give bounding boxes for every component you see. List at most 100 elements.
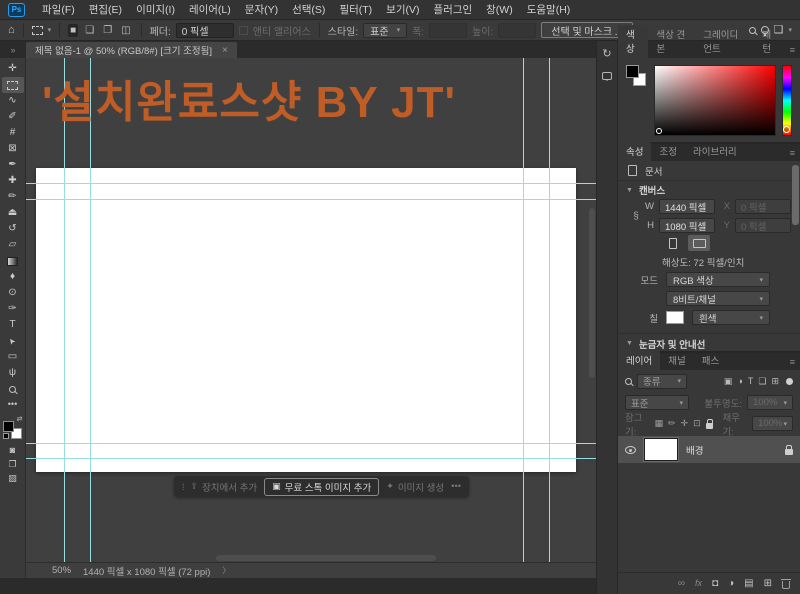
filter-smart-objects-icon[interactable]: ⊞	[771, 376, 779, 387]
menu-item[interactable]: 플러그인	[427, 0, 480, 19]
lock-image-pixels-icon[interactable]: ✏	[668, 418, 676, 429]
document-canvas[interactable]	[36, 168, 576, 472]
collapse-toolbar-icon[interactable]: »	[0, 45, 26, 58]
layer-filter-kind-select[interactable]: 종류▾	[637, 374, 687, 389]
eraser-tool[interactable]: ▱	[2, 237, 24, 253]
layer-effects-icon[interactable]: fx	[695, 579, 702, 588]
tab-properties[interactable]: 속성	[618, 142, 651, 161]
color-mode-select[interactable]: RGB 색상▾	[666, 272, 770, 287]
intersect-selection-icon[interactable]: ◫	[119, 24, 132, 37]
link-dimensions-icon[interactable]: §	[628, 211, 644, 222]
guide-horizontal[interactable]	[26, 443, 596, 444]
edit-toolbar-ellipsis-icon[interactable]: •••	[2, 397, 24, 411]
history-brush-tool[interactable]: ↺	[2, 221, 24, 237]
path-selection-tool[interactable]: ➤	[2, 333, 24, 349]
discover-lightbulb-icon[interactable]	[761, 26, 769, 34]
canvas-width-input[interactable]: 1440 픽셀	[659, 199, 715, 214]
layer-thumbnail[interactable]	[644, 438, 678, 461]
panel-menu-icon[interactable]: ≡	[785, 357, 800, 370]
filter-adjustment-layers-icon[interactable]: ◑	[737, 376, 742, 386]
type-tool[interactable]: T	[2, 317, 24, 333]
taskbar-drag-handle[interactable]: ⁞	[182, 482, 184, 492]
menu-item[interactable]: 필터(T)	[332, 0, 379, 19]
guide-horizontal[interactable]	[26, 199, 596, 200]
crop-tool[interactable]: #	[2, 125, 24, 141]
blend-mode-select[interactable]: 표준▾	[625, 395, 689, 410]
lock-transparent-pixels-icon[interactable]: ▦	[655, 418, 664, 429]
style-select[interactable]: 표준▾	[363, 23, 407, 38]
menu-item[interactable]: 파일(F)	[35, 0, 82, 19]
status-arrow-icon[interactable]: 〉	[222, 565, 230, 576]
canvas-fill-select[interactable]: 흰색▾	[692, 310, 770, 325]
bit-depth-select[interactable]: 8비트/채널▾	[666, 291, 770, 306]
new-selection-icon[interactable]: ■	[68, 24, 78, 37]
properties-scrollbar[interactable]	[792, 165, 799, 225]
filter-type-layers-icon[interactable]: T	[748, 376, 754, 386]
canvas-y-input[interactable]: 0 픽셀	[735, 218, 791, 233]
menu-item[interactable]: 레이어(L)	[182, 0, 238, 19]
hue-slider[interactable]	[782, 65, 792, 136]
add-to-selection-icon[interactable]: ❏	[83, 24, 96, 37]
canvas-height-input[interactable]: 1080 픽셀	[659, 218, 715, 233]
orientation-portrait-button[interactable]	[662, 235, 684, 251]
tab-patterns[interactable]: 패턴	[754, 25, 784, 58]
lock-position-icon[interactable]: ✛	[681, 418, 689, 429]
home-icon[interactable]: ⌂	[8, 25, 15, 36]
menu-item[interactable]: 선택(S)	[285, 0, 332, 19]
lock-all-icon[interactable]	[706, 423, 713, 429]
antialias-checkbox[interactable]	[239, 26, 248, 35]
screen-mode-icon[interactable]: ❐	[2, 457, 24, 471]
color-picker-handle[interactable]	[656, 128, 662, 134]
new-layer-icon[interactable]: ⊞	[764, 579, 772, 589]
chevron-down-icon[interactable]: ▾	[788, 26, 792, 34]
swap-colors-icon[interactable]: ⇄	[17, 415, 23, 423]
search-icon[interactable]	[749, 27, 756, 34]
marquee-tool-preset-icon[interactable]	[32, 26, 43, 35]
canvas-x-input[interactable]: 0 픽셀	[735, 199, 791, 214]
delete-layer-trash-icon[interactable]	[782, 581, 790, 589]
canvas-fill-swatch[interactable]	[666, 311, 684, 324]
menu-item[interactable]: 보기(V)	[379, 0, 426, 19]
tab-adjustments[interactable]: 조정	[651, 142, 684, 161]
layer-filter-toggle[interactable]	[786, 378, 793, 385]
guide-horizontal[interactable]	[26, 458, 596, 459]
add-from-device-button[interactable]: ⇪ 장치에서 추가	[191, 480, 258, 494]
eyedropper-tool[interactable]: ✒	[2, 157, 24, 173]
panel-menu-icon[interactable]: ≡	[785, 45, 800, 58]
vertical-scrollbar[interactable]	[589, 208, 595, 378]
filter-pixel-layers-icon[interactable]: ▣	[724, 376, 733, 387]
pen-tool[interactable]: ✑	[2, 301, 24, 317]
gradient-tool[interactable]	[2, 253, 24, 269]
rulers-guides-section-header[interactable]: ▼ 눈금자 및 안내선	[618, 333, 800, 351]
tab-gradients[interactable]: 그레이디언트	[695, 25, 754, 58]
default-colors-icon[interactable]	[3, 433, 9, 439]
menu-item[interactable]: 이미지(I)	[129, 0, 182, 19]
brush-tool[interactable]: ✏	[2, 189, 24, 205]
link-layers-icon[interactable]: ∞	[678, 579, 685, 589]
spot-healing-brush-tool[interactable]: ✚	[2, 173, 24, 189]
lasso-tool[interactable]: ∿	[2, 93, 24, 109]
frame-tool[interactable]: ⊠	[2, 141, 24, 157]
foreground-background-colors[interactable]: ⇄	[3, 417, 23, 439]
layer-visibility-eye-icon[interactable]	[625, 446, 636, 454]
menu-item[interactable]: 문자(Y)	[238, 0, 285, 19]
close-tab-icon[interactable]: ×	[222, 45, 228, 56]
menu-item[interactable]: 창(W)	[479, 0, 520, 19]
fill-input[interactable]: 100%▾	[752, 416, 793, 431]
document-tab[interactable]: 제목 없음-1 @ 50% (RGB/8#) [크기 조정됨] ×	[26, 42, 237, 58]
width-input[interactable]	[429, 23, 467, 38]
canvas-area[interactable]: '설치완료스샷 BY JT' ⁞ ⇪ 장치에서 추가 ▣ 무료 스톡 이미지 추…	[26, 58, 596, 562]
tab-swatches[interactable]: 색상 견본	[648, 25, 695, 58]
foreground-color-swatch[interactable]	[3, 421, 14, 432]
color-field[interactable]	[654, 65, 776, 136]
guide-vertical[interactable]	[549, 58, 550, 562]
menu-item[interactable]: 도움말(H)	[520, 0, 578, 19]
extra-tool-icon[interactable]: ▨	[2, 471, 24, 485]
history-panel-icon[interactable]: ↻	[602, 49, 611, 60]
guide-vertical[interactable]	[523, 58, 524, 562]
rectangular-marquee-tool[interactable]	[2, 77, 24, 93]
tab-channels[interactable]: 채널	[660, 351, 693, 370]
subtract-from-selection-icon[interactable]: ❐	[101, 24, 114, 37]
panel-menu-icon[interactable]: ≡	[785, 148, 800, 161]
comments-panel-icon[interactable]	[602, 72, 612, 80]
